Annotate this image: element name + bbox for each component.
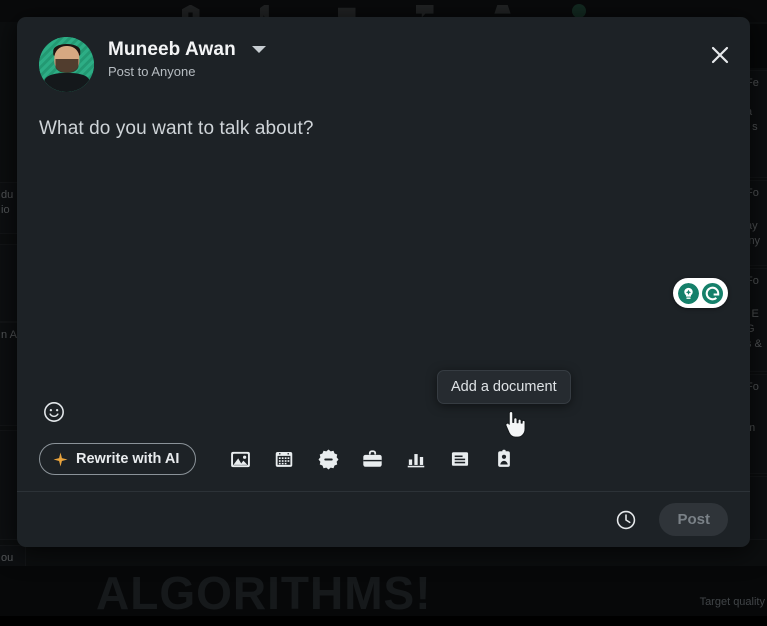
create-post-modal: Muneeb Awan Post to Anyone What do you w… xyxy=(17,17,750,547)
grammarly-idea-icon[interactable] xyxy=(678,283,699,304)
grammarly-widget[interactable] xyxy=(673,278,728,308)
author-block: Muneeb Awan Post to Anyone xyxy=(108,37,266,79)
post-toolbar: Add a document Rewrite with AI xyxy=(17,391,750,491)
person-card-icon xyxy=(493,448,515,470)
add-document-button[interactable] xyxy=(438,441,482,477)
close-button[interactable] xyxy=(702,37,738,73)
clock-icon xyxy=(615,509,637,531)
toolbar-icon-row: Rewrite with AI xyxy=(39,435,728,491)
emoji-row xyxy=(39,391,728,435)
add-media-button[interactable] xyxy=(218,441,262,477)
avatar[interactable] xyxy=(39,37,94,92)
post-editor-area[interactable]: What do you want to talk about? xyxy=(17,96,750,391)
emoji-button[interactable] xyxy=(39,397,69,427)
author-name: Muneeb Awan xyxy=(108,39,236,61)
document-icon xyxy=(449,448,471,470)
rewrite-with-ai-label: Rewrite with AI xyxy=(76,451,179,467)
find-expert-button[interactable] xyxy=(482,441,526,477)
schedule-post-button[interactable] xyxy=(609,503,643,537)
grammarly-logo-icon[interactable] xyxy=(702,283,723,304)
rewrite-with-ai-button[interactable]: Rewrite with AI xyxy=(39,443,196,475)
create-job-button[interactable] xyxy=(350,441,394,477)
image-icon xyxy=(229,448,252,471)
briefcase-icon xyxy=(361,448,384,471)
modal-header: Muneeb Awan Post to Anyone xyxy=(17,17,750,96)
post-editor-placeholder: What do you want to talk about? xyxy=(39,118,728,140)
award-badge-icon xyxy=(317,448,340,471)
calendar-icon xyxy=(273,448,295,470)
bar-chart-icon xyxy=(405,448,427,470)
sparkle-icon xyxy=(53,452,68,467)
emoji-icon xyxy=(43,401,65,423)
post-button[interactable]: Post xyxy=(659,503,728,536)
add-document-tooltip: Add a document xyxy=(437,370,571,404)
modal-footer: Post xyxy=(17,491,750,547)
create-poll-button[interactable] xyxy=(394,441,438,477)
chevron-down-icon[interactable] xyxy=(252,46,266,53)
celebrate-button[interactable] xyxy=(306,441,350,477)
add-event-button[interactable] xyxy=(262,441,306,477)
post-audience-label[interactable]: Post to Anyone xyxy=(108,64,266,79)
close-icon xyxy=(710,45,730,65)
